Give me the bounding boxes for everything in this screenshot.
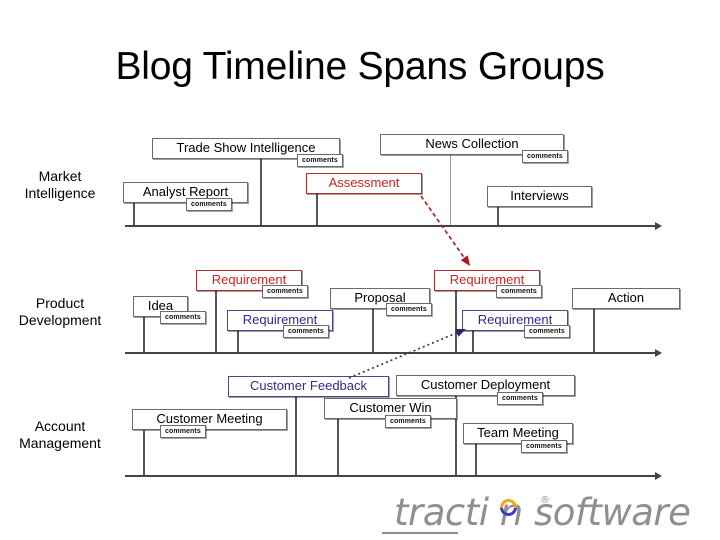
- comments-badge-proposal[interactable]: comments: [386, 303, 432, 316]
- event-box-action[interactable]: Action: [572, 288, 680, 309]
- comments-badge-analyst-report[interactable]: comments: [186, 198, 232, 211]
- event-box-interviews[interactable]: Interviews: [487, 186, 592, 207]
- slide-canvas: Blog Timeline Spans Groups Market Intelli…: [0, 0, 720, 540]
- comments-badge-requirement-red-left[interactable]: comments: [262, 285, 308, 298]
- event-stem-requirement-navy-right: [472, 329, 474, 352]
- comments-badge-customer-win[interactable]: comments: [385, 415, 431, 428]
- event-stem-team-meeting: [475, 442, 477, 475]
- comments-badge-requirement-red-right[interactable]: comments: [496, 285, 542, 298]
- event-stem-trade-show-intelligence: [260, 157, 262, 225]
- registered-trademark-mark: ®: [540, 495, 550, 506]
- comments-badge-requirement-navy-right[interactable]: comments: [524, 325, 570, 338]
- event-box-assessment[interactable]: Assessment: [306, 173, 422, 194]
- group-label-line: Intelligence: [24, 185, 96, 201]
- timeline-axis-arrowhead-market-intelligence: [655, 222, 662, 230]
- timeline-axis-account-management: [125, 475, 655, 477]
- timeline-axis-market-intelligence: [125, 225, 655, 227]
- event-stem-customer-meeting: [143, 428, 145, 475]
- comments-badge-requirement-navy-left[interactable]: comments: [283, 325, 329, 338]
- comments-badge-team-meeting[interactable]: comments: [521, 440, 567, 453]
- event-stem-proposal: [372, 307, 374, 352]
- event-stem-requirement-red-right: [455, 289, 457, 352]
- group-label-line: Development: [18, 312, 102, 328]
- group-label-line: Account: [34, 418, 86, 434]
- event-stem-analyst-report: [133, 201, 135, 225]
- comments-badge-news-collection[interactable]: comments: [522, 150, 568, 163]
- group-label-line: Market: [38, 168, 82, 184]
- event-stem-assessment: [316, 192, 318, 225]
- event-box-customer-deployment[interactable]: Customer Deployment: [396, 375, 575, 396]
- event-stem-customer-win: [337, 417, 339, 475]
- event-stem-requirement-navy-left: [237, 329, 239, 352]
- timeline-axis-arrowhead-account-management: [655, 472, 662, 480]
- event-stem-action: [593, 307, 595, 352]
- event-box-customer-meeting[interactable]: Customer Meeting: [132, 409, 287, 430]
- comments-badge-idea[interactable]: comments: [160, 311, 206, 324]
- comments-badge-trade-show-intelligence[interactable]: comments: [297, 154, 343, 167]
- event-stem-customer-feedback: [295, 395, 297, 475]
- event-stem-idea: [143, 315, 145, 352]
- traction-software-logo: tracti n software ®: [372, 489, 720, 537]
- comments-badge-customer-deployment[interactable]: comments: [497, 392, 543, 405]
- timeline-diagram: Market Intelligence Trade Show Intelligenc…: [0, 0, 720, 540]
- timeline-axis-arrowhead-product-development: [655, 349, 662, 357]
- event-stem-news-collection: [450, 153, 451, 225]
- group-label-line: Product: [35, 295, 85, 311]
- group-label-account-management: Account Management: [0, 418, 120, 452]
- group-label-line: Management: [19, 435, 101, 451]
- event-stem-interviews: [497, 205, 499, 225]
- timeline-axis-product-development: [125, 352, 655, 354]
- group-label-market-intelligence: Market Intelligence: [0, 168, 120, 202]
- group-label-product-development: Product Development: [0, 295, 120, 329]
- event-box-customer-feedback[interactable]: Customer Feedback: [228, 376, 389, 397]
- event-stem-requirement-red-left: [215, 289, 217, 352]
- comments-badge-customer-meeting[interactable]: comments: [160, 425, 206, 438]
